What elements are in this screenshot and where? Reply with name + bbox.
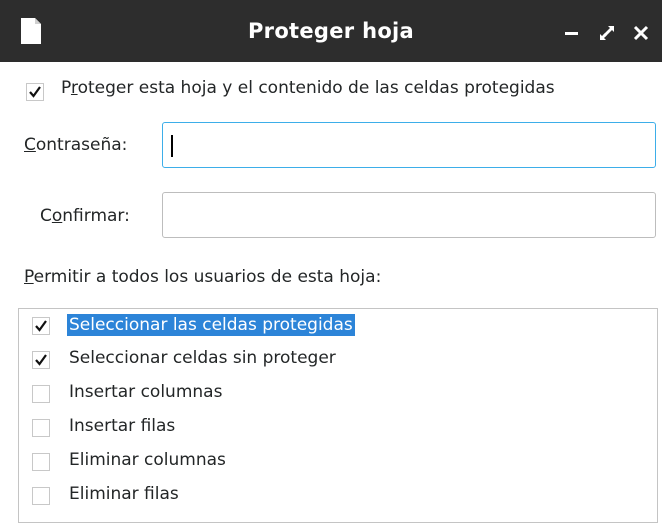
permission-label: Seleccionar celdas sin proteger [69, 348, 336, 368]
permission-label: Seleccionar las celdas protegidas [67, 314, 355, 336]
title-bar[interactable]: Proteger hoja [0, 0, 662, 62]
permission-checkbox[interactable] [32, 385, 50, 403]
permission-checkbox[interactable] [32, 487, 50, 505]
permission-checkbox[interactable] [32, 453, 50, 471]
confirm-label: Confirmar: [40, 206, 130, 226]
password-label: Contraseña: [24, 135, 128, 155]
list-item[interactable]: Insertar filas [19, 411, 657, 445]
text-caret [171, 135, 173, 157]
permission-label: Insertar filas [69, 416, 176, 436]
protect-sheet-label: Proteger esta hoja y el contenido de las… [61, 78, 555, 98]
close-icon[interactable] [632, 24, 650, 42]
password-field[interactable] [162, 122, 656, 168]
protect-sheet-checkbox[interactable] [26, 83, 44, 101]
dialog-body: Proteger esta hoja y el contenido de las… [0, 62, 662, 523]
confirm-field[interactable] [162, 192, 656, 238]
maximize-icon[interactable] [598, 24, 616, 42]
checkmark-icon [35, 354, 47, 366]
minimize-icon[interactable] [563, 24, 581, 42]
permission-checkbox[interactable] [32, 317, 50, 335]
list-item[interactable]: Insertar columnas [19, 377, 657, 411]
checkmark-icon [35, 320, 47, 332]
list-item[interactable]: Eliminar filas [19, 479, 657, 513]
permissions-heading: Permitir a todos los usuarios de esta ho… [24, 267, 382, 287]
checkmark-icon [29, 86, 41, 98]
permission-label: Eliminar filas [69, 484, 179, 504]
list-item[interactable]: Seleccionar celdas sin proteger [19, 343, 657, 377]
permission-label: Insertar columnas [69, 382, 223, 402]
permission-checkbox[interactable] [32, 419, 50, 437]
permissions-list[interactable]: Seleccionar las celdas protegidas Selecc… [18, 308, 658, 523]
list-item[interactable]: Eliminar columnas [19, 445, 657, 479]
permission-label: Eliminar columnas [69, 450, 226, 470]
list-item[interactable]: Seleccionar las celdas protegidas [19, 309, 657, 343]
permission-checkbox[interactable] [32, 351, 50, 369]
